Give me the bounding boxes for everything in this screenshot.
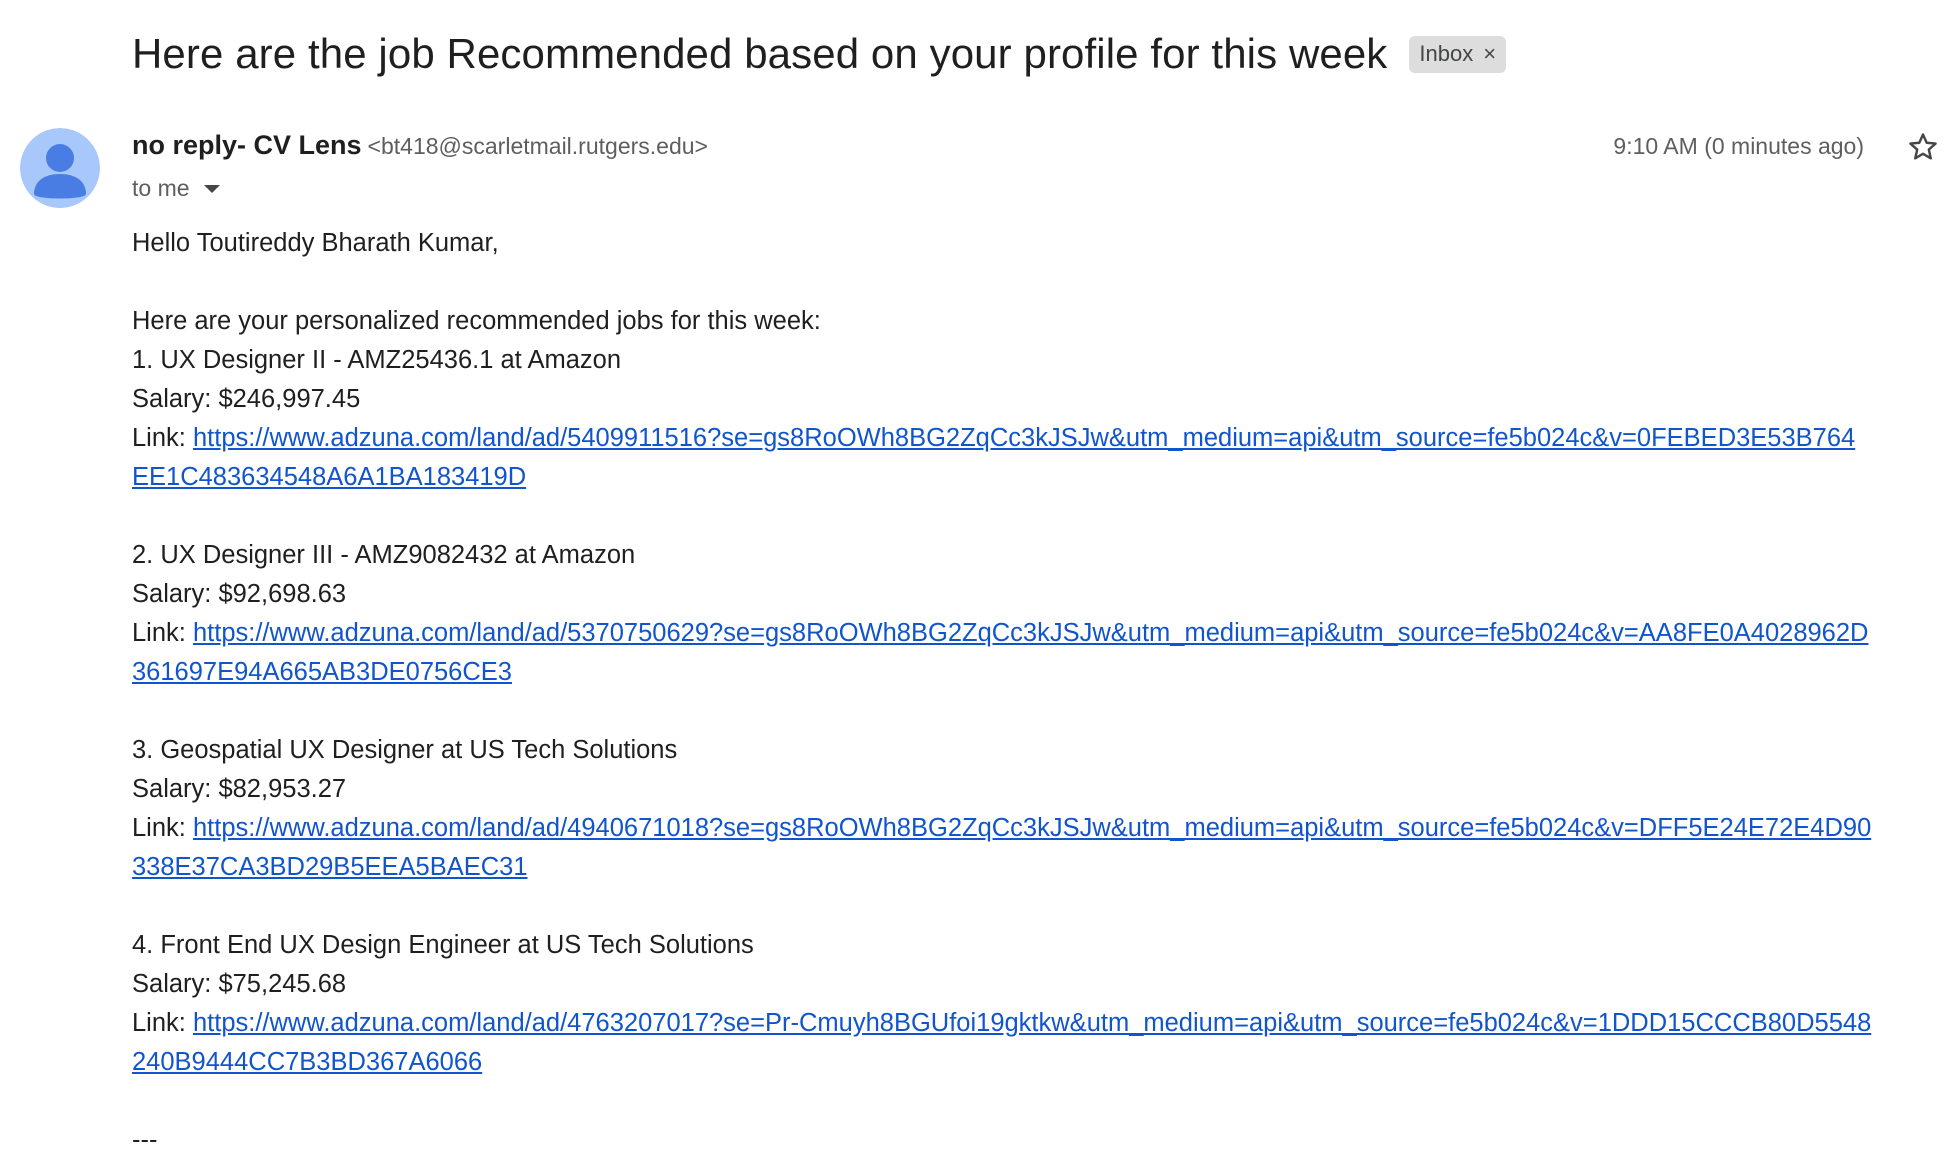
job-item: 3. Geospatial UX Designer at US Tech Sol… (132, 731, 1872, 887)
job-link[interactable]: https://www.adzuna.com/land/ad/537075062… (132, 619, 1868, 686)
job-link-line: Link: https://www.adzuna.com/land/ad/476… (132, 1004, 1872, 1082)
job-link[interactable]: https://www.adzuna.com/land/ad/540991151… (132, 424, 1855, 491)
job-title: 3. Geospatial UX Designer at US Tech Sol… (132, 736, 678, 764)
job-item: 2. UX Designer III - AMZ9082432 at Amazo… (132, 536, 1872, 692)
recipients-line: to me (132, 175, 1944, 202)
job-salary: Salary: $246,997.45 (132, 385, 361, 413)
person-avatar-icon[interactable] (20, 128, 100, 208)
link-label: Link: (132, 619, 186, 647)
inbox-label-chip[interactable]: Inbox × (1409, 35, 1507, 73)
chevron-down-icon[interactable] (203, 184, 220, 193)
job-link-line: Link: https://www.adzuna.com/land/ad/540… (132, 419, 1872, 497)
job-item: 1. UX Designer II - AMZ25436.1 at Amazon… (132, 341, 1872, 497)
star-icon[interactable] (1906, 130, 1940, 164)
link-label: Link: (132, 1009, 186, 1037)
job-link-line: Link: https://www.adzuna.com/land/ad/494… (132, 809, 1872, 887)
email-subject: Here are the job Recommended based on yo… (132, 30, 1388, 77)
job-title: 1. UX Designer II - AMZ25436.1 at Amazon (132, 346, 621, 374)
job-title: 4. Front End UX Design Engineer at US Te… (132, 931, 754, 959)
close-icon[interactable]: × (1483, 41, 1496, 67)
link-label: Link: (132, 814, 186, 842)
subject-row: Here are the job Recommended based on yo… (132, 30, 1507, 78)
job-title: 2. UX Designer III - AMZ9082432 at Amazo… (132, 541, 636, 569)
job-link-line: Link: https://www.adzuna.com/land/ad/537… (132, 614, 1872, 692)
job-salary: Salary: $75,245.68 (132, 970, 347, 998)
job-salary: Salary: $82,953.27 (132, 775, 347, 803)
email-body: Hello Toutireddy Bharath Kumar, Here are… (132, 224, 1872, 1160)
greeting: Hello Toutireddy Bharath Kumar, (132, 229, 499, 257)
recipients-text: to me (132, 175, 190, 201)
job-salary: Salary: $92,698.63 (132, 580, 347, 608)
job-link[interactable]: https://www.adzuna.com/land/ad/494067101… (132, 814, 1871, 881)
signature-separator: --- (132, 1126, 158, 1154)
sender-email: <bt418@scarletmail.rutgers.edu> (367, 133, 708, 159)
sender-name[interactable]: no reply- CV Lens (132, 130, 362, 160)
job-item: 4. Front End UX Design Engineer at US Te… (132, 926, 1872, 1082)
job-link[interactable]: https://www.adzuna.com/land/ad/476320701… (132, 1009, 1871, 1076)
label-chip-text: Inbox (1419, 40, 1474, 66)
email-timestamp: 9:10 AM (0 minutes ago) (1613, 133, 1864, 159)
link-label: Link: (132, 424, 186, 452)
intro-text: Here are your personalized recommended j… (132, 307, 821, 335)
